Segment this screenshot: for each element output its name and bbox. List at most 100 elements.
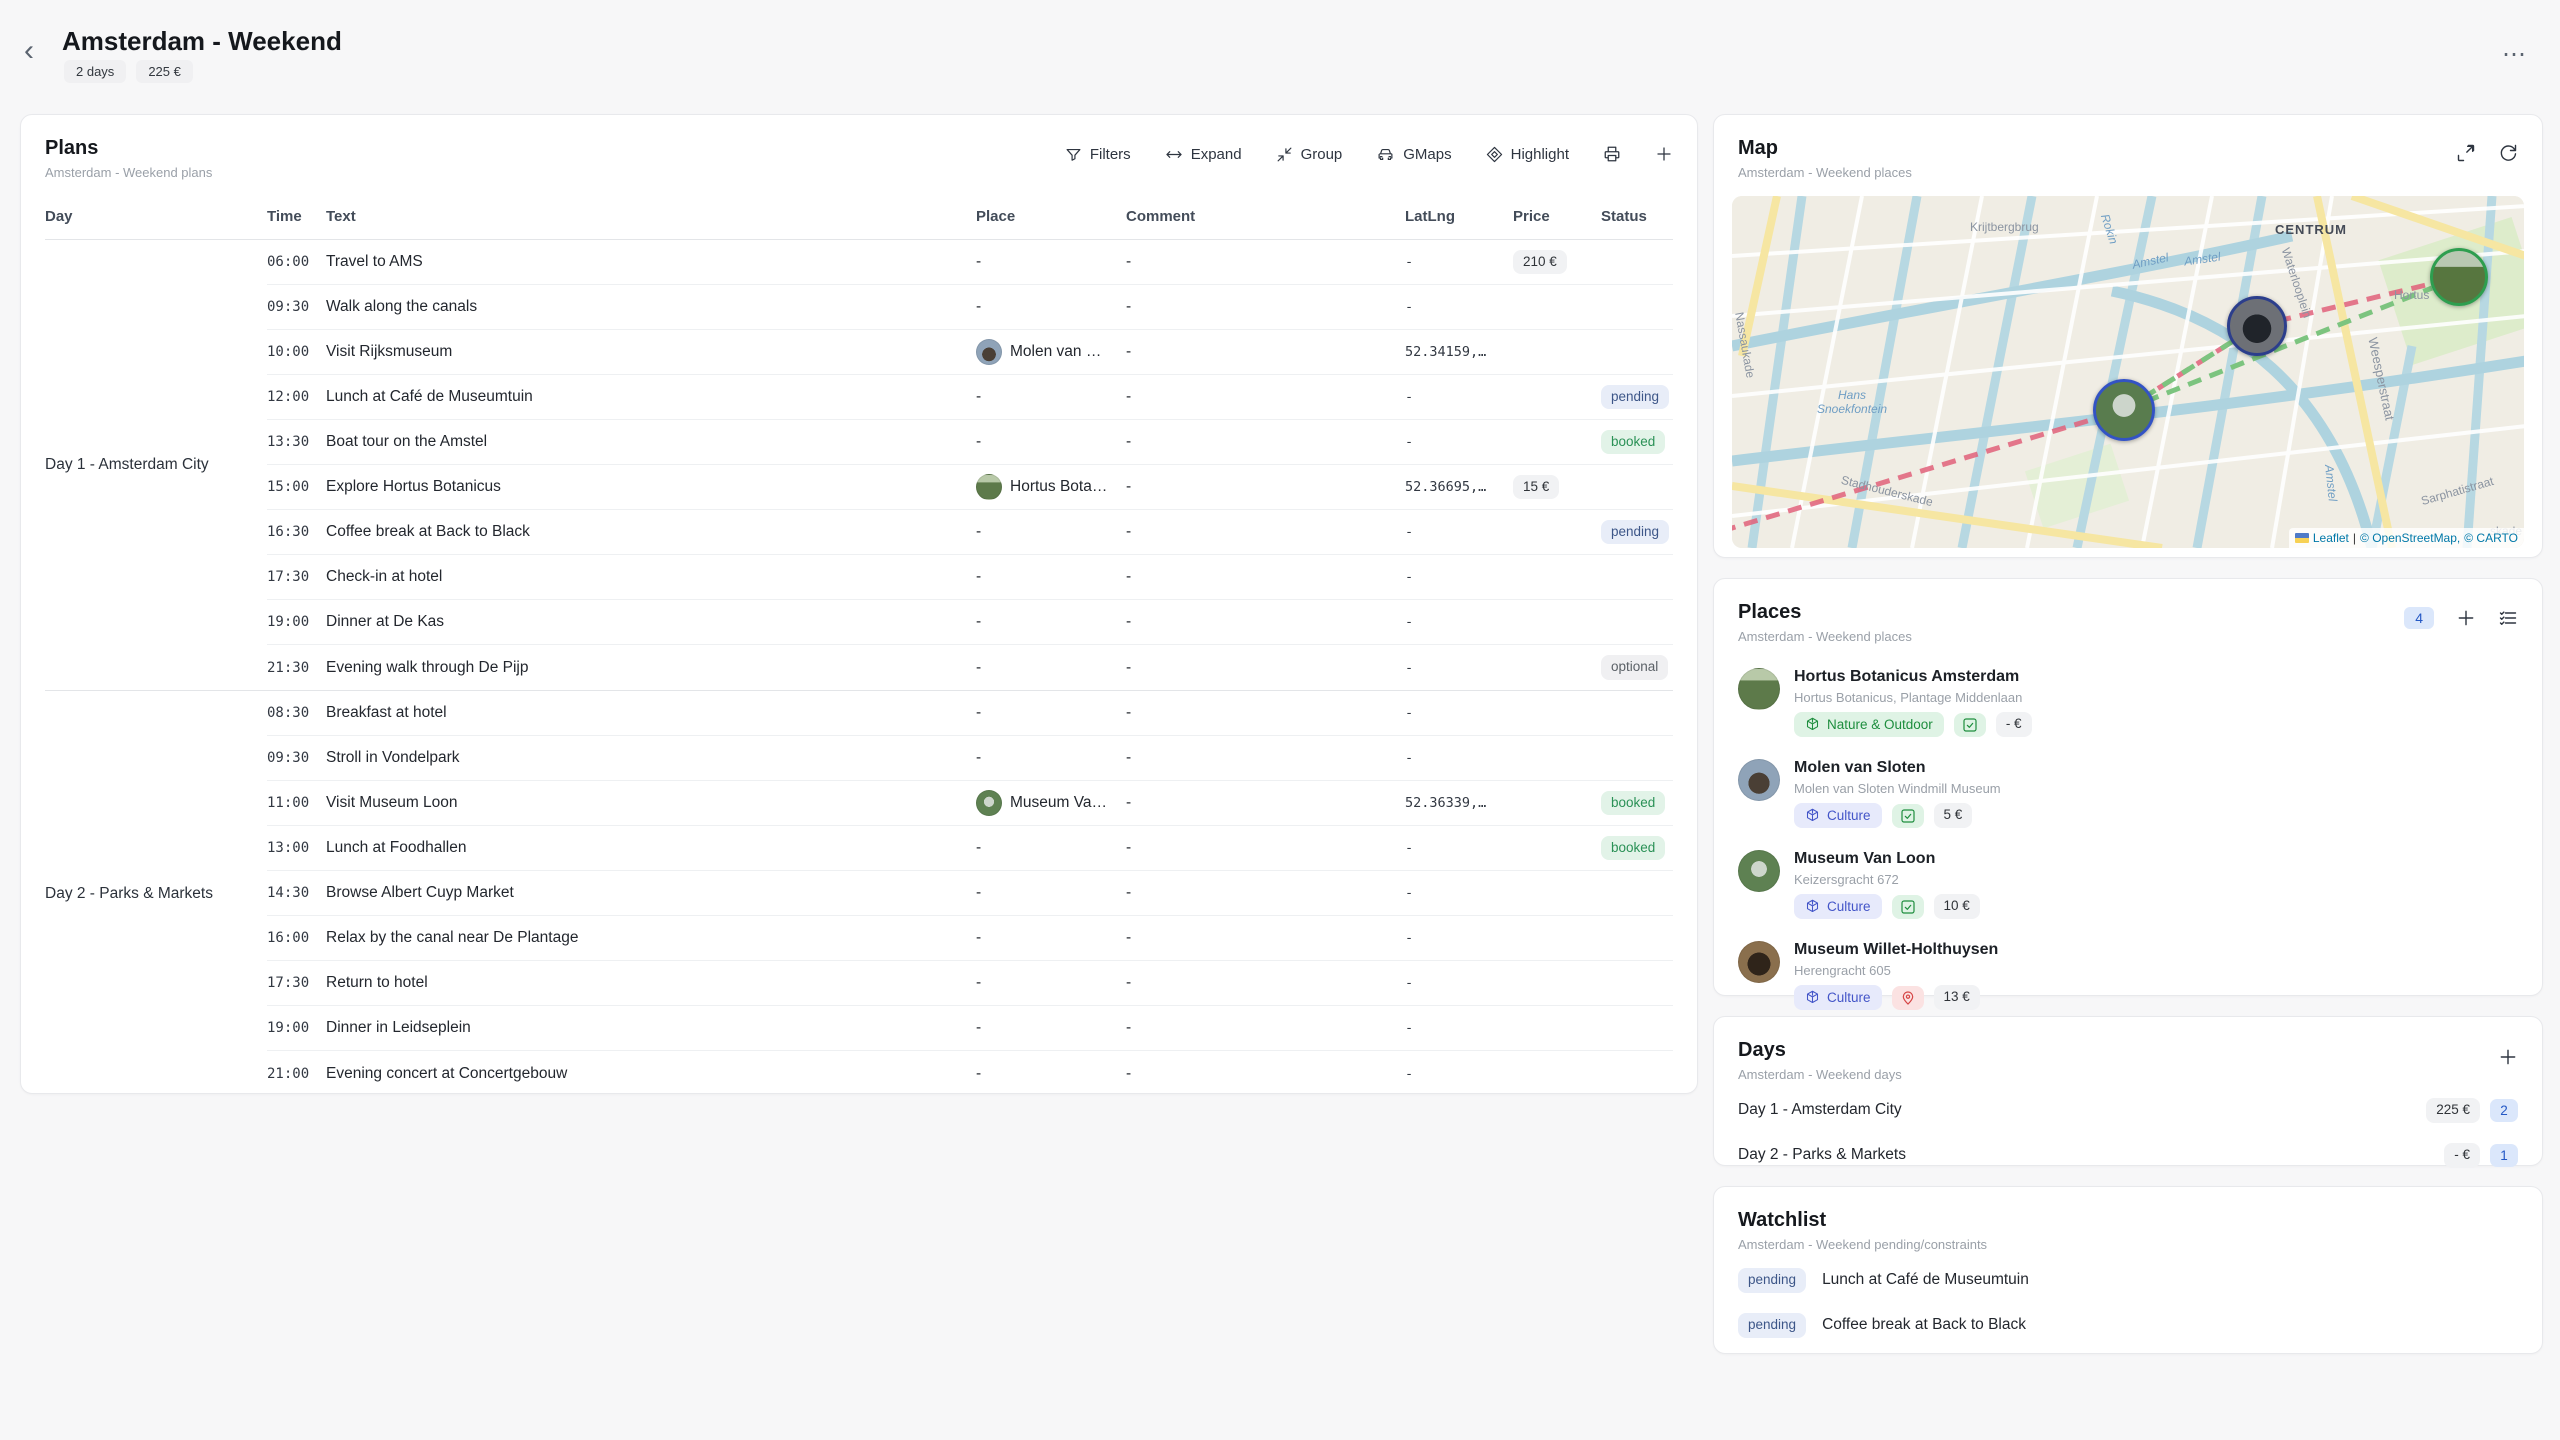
map-refresh-button[interactable]: [2498, 143, 2518, 163]
list-item[interactable]: Day 1 - Amsterdam City 225 € 2: [1714, 1088, 2542, 1133]
add-place-button[interactable]: [2456, 608, 2476, 628]
plus-icon: [2456, 608, 2476, 628]
plan-time: 12:00: [267, 389, 326, 405]
table-row[interactable]: 21:00 Evening concert at Concertgebouw -…: [267, 1051, 1673, 1096]
group-button[interactable]: Group: [1276, 146, 1343, 163]
plan-place: -: [976, 704, 1126, 722]
plan-comment: -: [1126, 749, 1405, 767]
list-item[interactable]: Museum Van Loon Keizersgracht 672 Cultur…: [1714, 840, 2542, 931]
category-badge: Culture: [1794, 985, 1882, 1010]
col-text: Text: [326, 208, 976, 225]
table-row[interactable]: 17:30 Return to hotel - - -: [267, 961, 1673, 1006]
table-row[interactable]: 16:30 Coffee break at Back to Black - - …: [267, 510, 1673, 555]
plan-time: 16:30: [267, 524, 326, 540]
osm-link[interactable]: © OpenStreetMap,: [2360, 531, 2460, 545]
plan-place: -: [976, 568, 1126, 586]
pin-icon: [1900, 990, 1916, 1006]
table-row[interactable]: 16:00 Relax by the canal near De Plantag…: [267, 916, 1673, 961]
plan-comment: -: [1126, 884, 1405, 902]
table-row[interactable]: 14:30 Browse Albert Cuyp Market - - -: [267, 871, 1673, 916]
plan-latlng: -: [1405, 660, 1513, 676]
day-group-2: Day 2 - Parks & Markets 08:30 Breakfast …: [45, 690, 1673, 1096]
print-button[interactable]: [1603, 145, 1621, 163]
category-badge: Culture: [1794, 894, 1882, 919]
filters-button[interactable]: Filters: [1065, 146, 1131, 163]
table-row[interactable]: 08:30 Breakfast at hotel - - -: [267, 691, 1673, 736]
table-row[interactable]: 19:00 Dinner in Leidseplein - - -: [267, 1006, 1673, 1051]
plan-comment: -: [1126, 839, 1405, 857]
map-marker-hortus-botanicus[interactable]: [2430, 248, 2488, 306]
list-item[interactable]: Hortus Botanicus Amsterdam Hortus Botani…: [1714, 658, 2542, 749]
plus-icon: [2498, 1047, 2518, 1067]
places-title: Places: [1738, 601, 1912, 624]
group-arrows-icon: [1276, 146, 1293, 163]
place-thumbnail: [976, 474, 1002, 500]
map-marker-museum-willet-holthuysen[interactable]: [2227, 296, 2287, 356]
table-row[interactable]: 15:00 Explore Hortus Botanicus Hortus Bo…: [267, 465, 1673, 510]
car-icon: [1376, 146, 1395, 163]
col-status: Status: [1601, 208, 1673, 225]
visited-check-badge: [1954, 713, 1986, 737]
plan-comment: -: [1126, 659, 1405, 677]
expand-button[interactable]: Expand: [1165, 146, 1242, 163]
plan-place: -: [976, 884, 1126, 902]
table-row[interactable]: 13:00 Lunch at Foodhallen - - - booked: [267, 826, 1673, 871]
plan-place: Museum Va…: [976, 790, 1126, 816]
table-row[interactable]: 21:30 Evening walk through De Pijp - - -…: [267, 645, 1673, 690]
day-price-badge: 225 €: [2426, 1098, 2480, 1123]
place-address: Molen van Sloten Windmill Museum: [1794, 781, 2001, 796]
plan-time: 10:00: [267, 344, 326, 360]
gmaps-button[interactable]: GMaps: [1376, 146, 1451, 163]
list-item[interactable]: pending Coffee break at Back to Black: [1714, 1303, 2542, 1348]
list-item[interactable]: Day 2 - Parks & Markets - € 1: [1714, 1133, 2542, 1178]
location-pin-badge: [1892, 986, 1924, 1010]
plan-comment: -: [1126, 974, 1405, 992]
map-fullscreen-button[interactable]: [2456, 143, 2476, 163]
places-list-view-button[interactable]: [2498, 608, 2518, 628]
plan-time: 21:30: [267, 660, 326, 676]
table-row[interactable]: 09:30 Stroll in Vondelpark - - -: [267, 736, 1673, 781]
table-row[interactable]: 11:00 Visit Museum Loon Museum Va… - 52.…: [267, 781, 1673, 826]
table-row[interactable]: 12:00 Lunch at Café de Museumtuin - - - …: [267, 375, 1673, 420]
plan-latlng: -: [1405, 705, 1513, 721]
plan-place: -: [976, 929, 1126, 947]
table-row[interactable]: 06:00 Travel to AMS - - - 210 €: [267, 240, 1673, 285]
plan-text: Breakfast at hotel: [326, 704, 976, 722]
page: { "colors": { "accent_blue":"#2458c5", "…: [0, 0, 2560, 1440]
map-attribution: Leaflet | © OpenStreetMap, © CARTO: [2289, 528, 2524, 548]
plan-comment: -: [1126, 298, 1405, 316]
col-latlng: LatLng: [1405, 208, 1513, 225]
day-group-label: Day 1 - Amsterdam City: [45, 240, 267, 690]
add-day-button[interactable]: [2498, 1047, 2518, 1067]
leaflet-link[interactable]: Leaflet: [2313, 531, 2349, 545]
plan-latlng: -: [1405, 930, 1513, 946]
table-row[interactable]: 17:30 Check-in at hotel - - -: [267, 555, 1673, 600]
list-item[interactable]: pending Lunch at Café de Museumtuin: [1714, 1258, 2542, 1303]
back-button[interactable]: ‹: [24, 36, 34, 66]
highlight-button[interactable]: Highlight: [1486, 146, 1569, 163]
plan-comment: -: [1126, 613, 1405, 631]
plan-comment: -: [1126, 568, 1405, 586]
plan-text: Visit Rijksmuseum: [326, 343, 976, 361]
table-row[interactable]: 10:00 Visit Rijksmuseum Molen van … - 52…: [267, 330, 1673, 375]
add-plan-button[interactable]: [1655, 145, 1673, 163]
plan-time: 14:30: [267, 885, 326, 901]
map-marker-museum-van-loon[interactable]: [2093, 379, 2155, 441]
table-row[interactable]: 19:00 Dinner at De Kas - - -: [267, 600, 1673, 645]
place-price-badge: 13 €: [1934, 985, 1980, 1010]
plan-text: Lunch at Café de Museumtuin: [326, 388, 976, 406]
plan-comment: -: [1126, 929, 1405, 947]
watchlist-text: Lunch at Café de Museumtuin: [1822, 1271, 2029, 1289]
day-label: Day 1 - Amsterdam City: [1738, 1101, 1902, 1119]
list-item[interactable]: Molen van Sloten Molen van Sloten Windmi…: [1714, 749, 2542, 840]
list-item[interactable]: Museum Willet-Holthuysen Herengracht 605…: [1714, 931, 2542, 1022]
printer-icon: [1603, 145, 1621, 163]
carto-link[interactable]: © CARTO: [2464, 531, 2518, 545]
map[interactable]: Krijtbergbrug Rokin Amstel Amstel CENTRU…: [1732, 196, 2524, 548]
plan-place: -: [976, 253, 1126, 271]
more-menu-icon[interactable]: ⋯: [2502, 40, 2528, 69]
filter-icon: [1065, 146, 1082, 163]
visited-check-badge: [1892, 804, 1924, 828]
table-row[interactable]: 13:30 Boat tour on the Amstel - - - book…: [267, 420, 1673, 465]
table-row[interactable]: 09:30 Walk along the canals - - -: [267, 285, 1673, 330]
